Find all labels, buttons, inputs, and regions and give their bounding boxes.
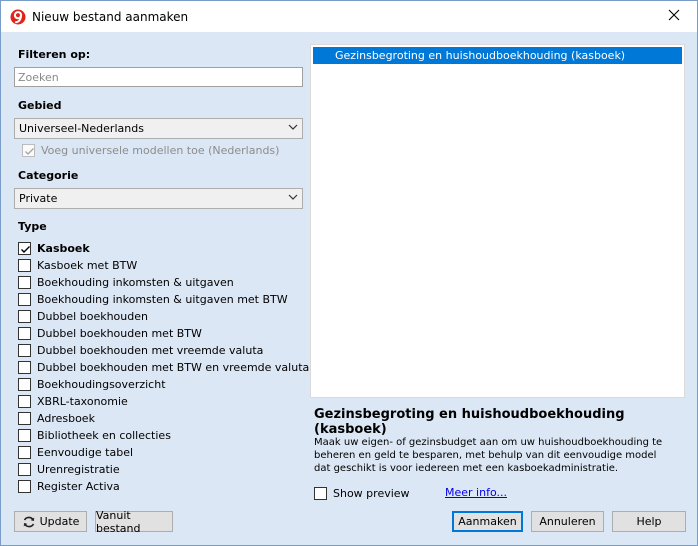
type-checkbox-item[interactable]: Dubbel boekhouden met BTW bbox=[18, 325, 202, 341]
region-select[interactable]: Universeel-Nederlands bbox=[14, 118, 303, 139]
type-checkbox-label: Dubbel boekhouden met vreemde valuta bbox=[37, 343, 264, 357]
from-file-button-label: Vanuit bestand bbox=[96, 508, 141, 535]
cancel-button[interactable]: Annuleren bbox=[531, 511, 604, 532]
checkbox-box bbox=[18, 326, 31, 340]
type-checkbox-label: Kasboek met BTW bbox=[37, 258, 138, 272]
from-file-button[interactable]: Vanuit bestand bbox=[95, 508, 173, 535]
create-button-label: Aanmaken bbox=[458, 515, 517, 528]
type-checkbox-label: Dubbel boekhouden met BTW bbox=[37, 326, 202, 340]
checkbox-box bbox=[18, 377, 31, 391]
checkbox-box bbox=[18, 445, 31, 459]
title-bar: Nieuw bestand aanmaken bbox=[1, 1, 697, 32]
checkbox-box bbox=[18, 462, 31, 476]
type-checkbox-label: Urenregistratie bbox=[37, 462, 120, 476]
type-checkbox-item[interactable]: Dubbel boekhouden met vreemde valuta bbox=[18, 342, 263, 358]
app-logo-icon bbox=[10, 9, 26, 25]
type-label: Type bbox=[18, 220, 47, 233]
help-button-label: Help bbox=[636, 515, 662, 528]
checkbox-box bbox=[18, 428, 31, 442]
type-checkbox-item[interactable]: Adresboek bbox=[18, 410, 95, 426]
type-checkbox-item[interactable]: Bibliotheek en collecties bbox=[18, 427, 171, 443]
type-checkbox-item[interactable]: Boekhoudingsoverzicht bbox=[18, 376, 166, 392]
chevron-down-icon bbox=[288, 122, 298, 135]
refresh-icon bbox=[22, 515, 36, 529]
checkbox-box bbox=[18, 241, 31, 255]
dialog-content: Filteren op: Gebied Universeel-Nederland… bbox=[1, 32, 697, 545]
dialog-window: Nieuw bestand aanmaken Filteren op: Gebi… bbox=[0, 0, 698, 546]
type-checkbox-item[interactable]: Boekhouding inkomsten & uitgaven bbox=[18, 274, 234, 290]
type-checkbox-item[interactable]: XBRL-taxonomie bbox=[18, 393, 128, 409]
region-label: Gebied bbox=[18, 99, 62, 112]
filter-label: Filteren op: bbox=[18, 48, 91, 61]
checkbox-box bbox=[18, 309, 31, 323]
checkbox-box bbox=[18, 411, 31, 425]
type-checkbox-label: Bibliotheek en collecties bbox=[37, 428, 171, 442]
type-checkbox-item[interactable]: Dubbel boekhouden met BTW en vreemde val… bbox=[18, 359, 309, 375]
category-select[interactable]: Private bbox=[14, 188, 303, 209]
category-label: Categorie bbox=[18, 169, 79, 182]
checkbox-box bbox=[314, 486, 327, 500]
update-button[interactable]: Update bbox=[14, 511, 87, 532]
help-button[interactable]: Help bbox=[612, 511, 686, 532]
type-checkbox-label: Boekhouding inkomsten & uitgaven bbox=[37, 275, 234, 289]
type-checkbox-label: Eenvoudige tabel bbox=[37, 445, 134, 459]
type-checkbox-label: XBRL-taxonomie bbox=[37, 394, 128, 408]
close-button[interactable] bbox=[651, 1, 697, 32]
checkbox-box bbox=[18, 394, 31, 408]
type-checkbox-label: Register Activa bbox=[37, 479, 120, 493]
more-info-link[interactable]: Meer info... bbox=[445, 486, 507, 499]
type-checkbox-label: Kasboek bbox=[37, 241, 90, 255]
update-button-label: Update bbox=[39, 515, 80, 528]
checkbox-box bbox=[18, 479, 31, 493]
type-checkbox-item[interactable]: Dubbel boekhouden bbox=[18, 308, 148, 324]
checkbox-box bbox=[22, 143, 35, 157]
checkbox-box bbox=[18, 360, 31, 374]
type-checkbox-item[interactable]: Urenregistratie bbox=[18, 461, 120, 477]
window-title: Nieuw bestand aanmaken bbox=[32, 10, 189, 24]
region-selected-value: Universeel-Nederlands bbox=[19, 122, 144, 135]
close-icon bbox=[668, 9, 680, 24]
search-field[interactable] bbox=[14, 67, 303, 87]
template-description-title: Gezinsbegroting en huishoudboekhouding (… bbox=[314, 407, 625, 437]
checkbox-box bbox=[18, 343, 31, 357]
template-list-item[interactable]: Gezinsbegroting en huishoudboekhouding (… bbox=[313, 47, 682, 64]
checkmark-icon bbox=[21, 245, 30, 253]
cancel-button-label: Annuleren bbox=[539, 515, 596, 528]
type-checkbox-label: Boekhoudingsoverzicht bbox=[37, 377, 166, 391]
template-description-text: Maak uw eigen- of gezinsbudget aan om uw… bbox=[314, 437, 663, 474]
checkmark-icon bbox=[25, 147, 34, 155]
checkbox-box bbox=[18, 275, 31, 289]
category-selected-value: Private bbox=[19, 192, 58, 205]
include-universal-label: Voeg universele modellen toe (Nederlands… bbox=[41, 143, 280, 157]
type-checkbox-item[interactable]: Register Activa bbox=[18, 478, 120, 494]
chevron-down-icon bbox=[288, 192, 298, 205]
type-checkbox-label: Boekhouding inkomsten & uitgaven met BTW bbox=[37, 292, 288, 306]
include-universal-checkbox[interactable]: Voeg universele modellen toe (Nederlands… bbox=[22, 142, 279, 158]
type-checkbox-item[interactable]: Kasboek met BTW bbox=[18, 257, 137, 273]
type-checkbox-item[interactable]: Kasboek bbox=[18, 240, 90, 256]
show-preview-label: Show preview bbox=[333, 486, 410, 500]
type-checkbox-label: Adresboek bbox=[37, 411, 95, 425]
type-checkbox-item[interactable]: Eenvoudige tabel bbox=[18, 444, 133, 460]
template-list[interactable]: Gezinsbegroting en huishoudboekhouding (… bbox=[310, 44, 685, 398]
checkbox-box bbox=[18, 292, 31, 306]
search-input[interactable] bbox=[18, 71, 299, 84]
checkbox-box bbox=[18, 258, 31, 272]
type-checkbox-item[interactable]: Boekhouding inkomsten & uitgaven met BTW bbox=[18, 291, 288, 307]
create-button[interactable]: Aanmaken bbox=[452, 511, 523, 532]
type-checkbox-label: Dubbel boekhouden met BTW en vreemde val… bbox=[37, 360, 310, 374]
show-preview-checkbox[interactable]: Show preview bbox=[314, 485, 410, 501]
type-checkbox-label: Dubbel boekhouden bbox=[37, 309, 148, 323]
